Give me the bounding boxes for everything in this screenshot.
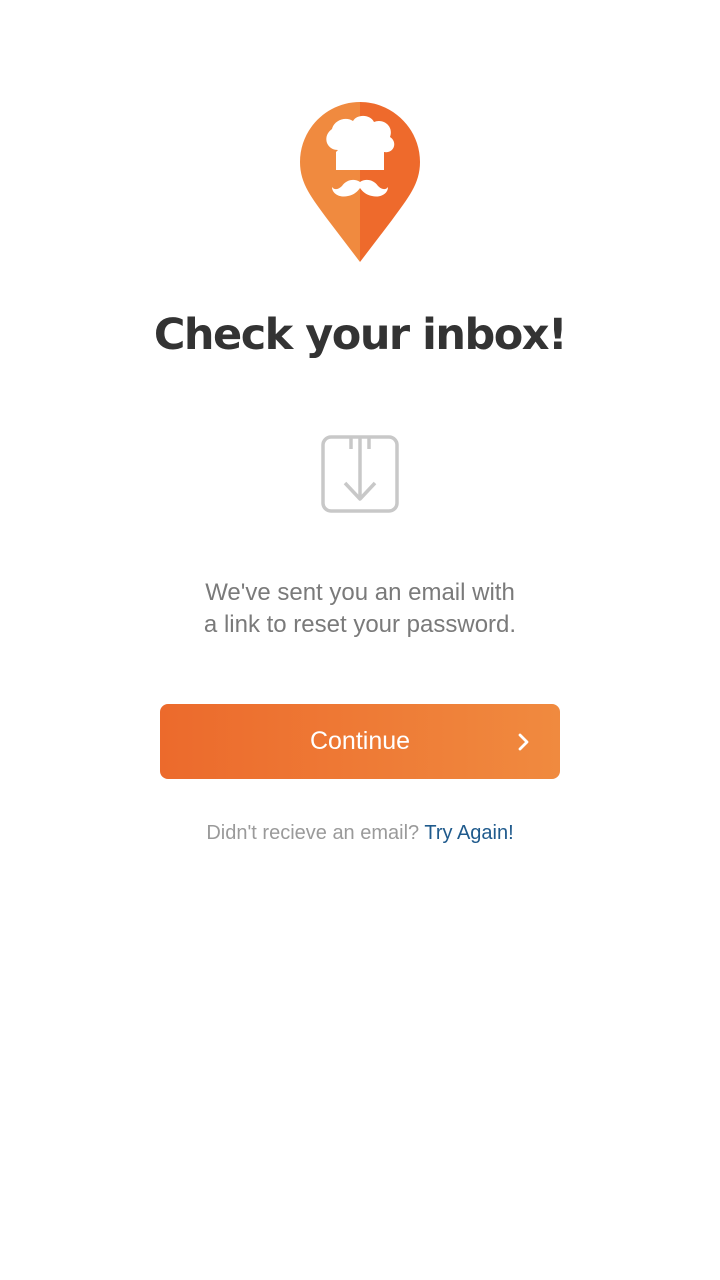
page-title: Check your inbox! — [153, 310, 568, 360]
try-again-link[interactable]: Try Again! — [424, 822, 513, 844]
reset-message: We've sent you an email with a link to r… — [0, 577, 720, 641]
footer-prompt: Didn't recieve an email? Try Again! — [0, 818, 720, 848]
message-line-2: a link to reset your password. — [203, 611, 517, 638]
footer-text: Didn't recieve an email? — [206, 822, 420, 844]
inbox-download-icon — [321, 435, 399, 513]
continue-button-label: Continue — [309, 727, 411, 755]
continue-button[interactable]: Continue — [160, 704, 560, 779]
message-line-1: We've sent you an email with — [205, 579, 515, 606]
chevron-right-icon — [512, 730, 536, 754]
chef-pin-logo — [300, 102, 420, 262]
